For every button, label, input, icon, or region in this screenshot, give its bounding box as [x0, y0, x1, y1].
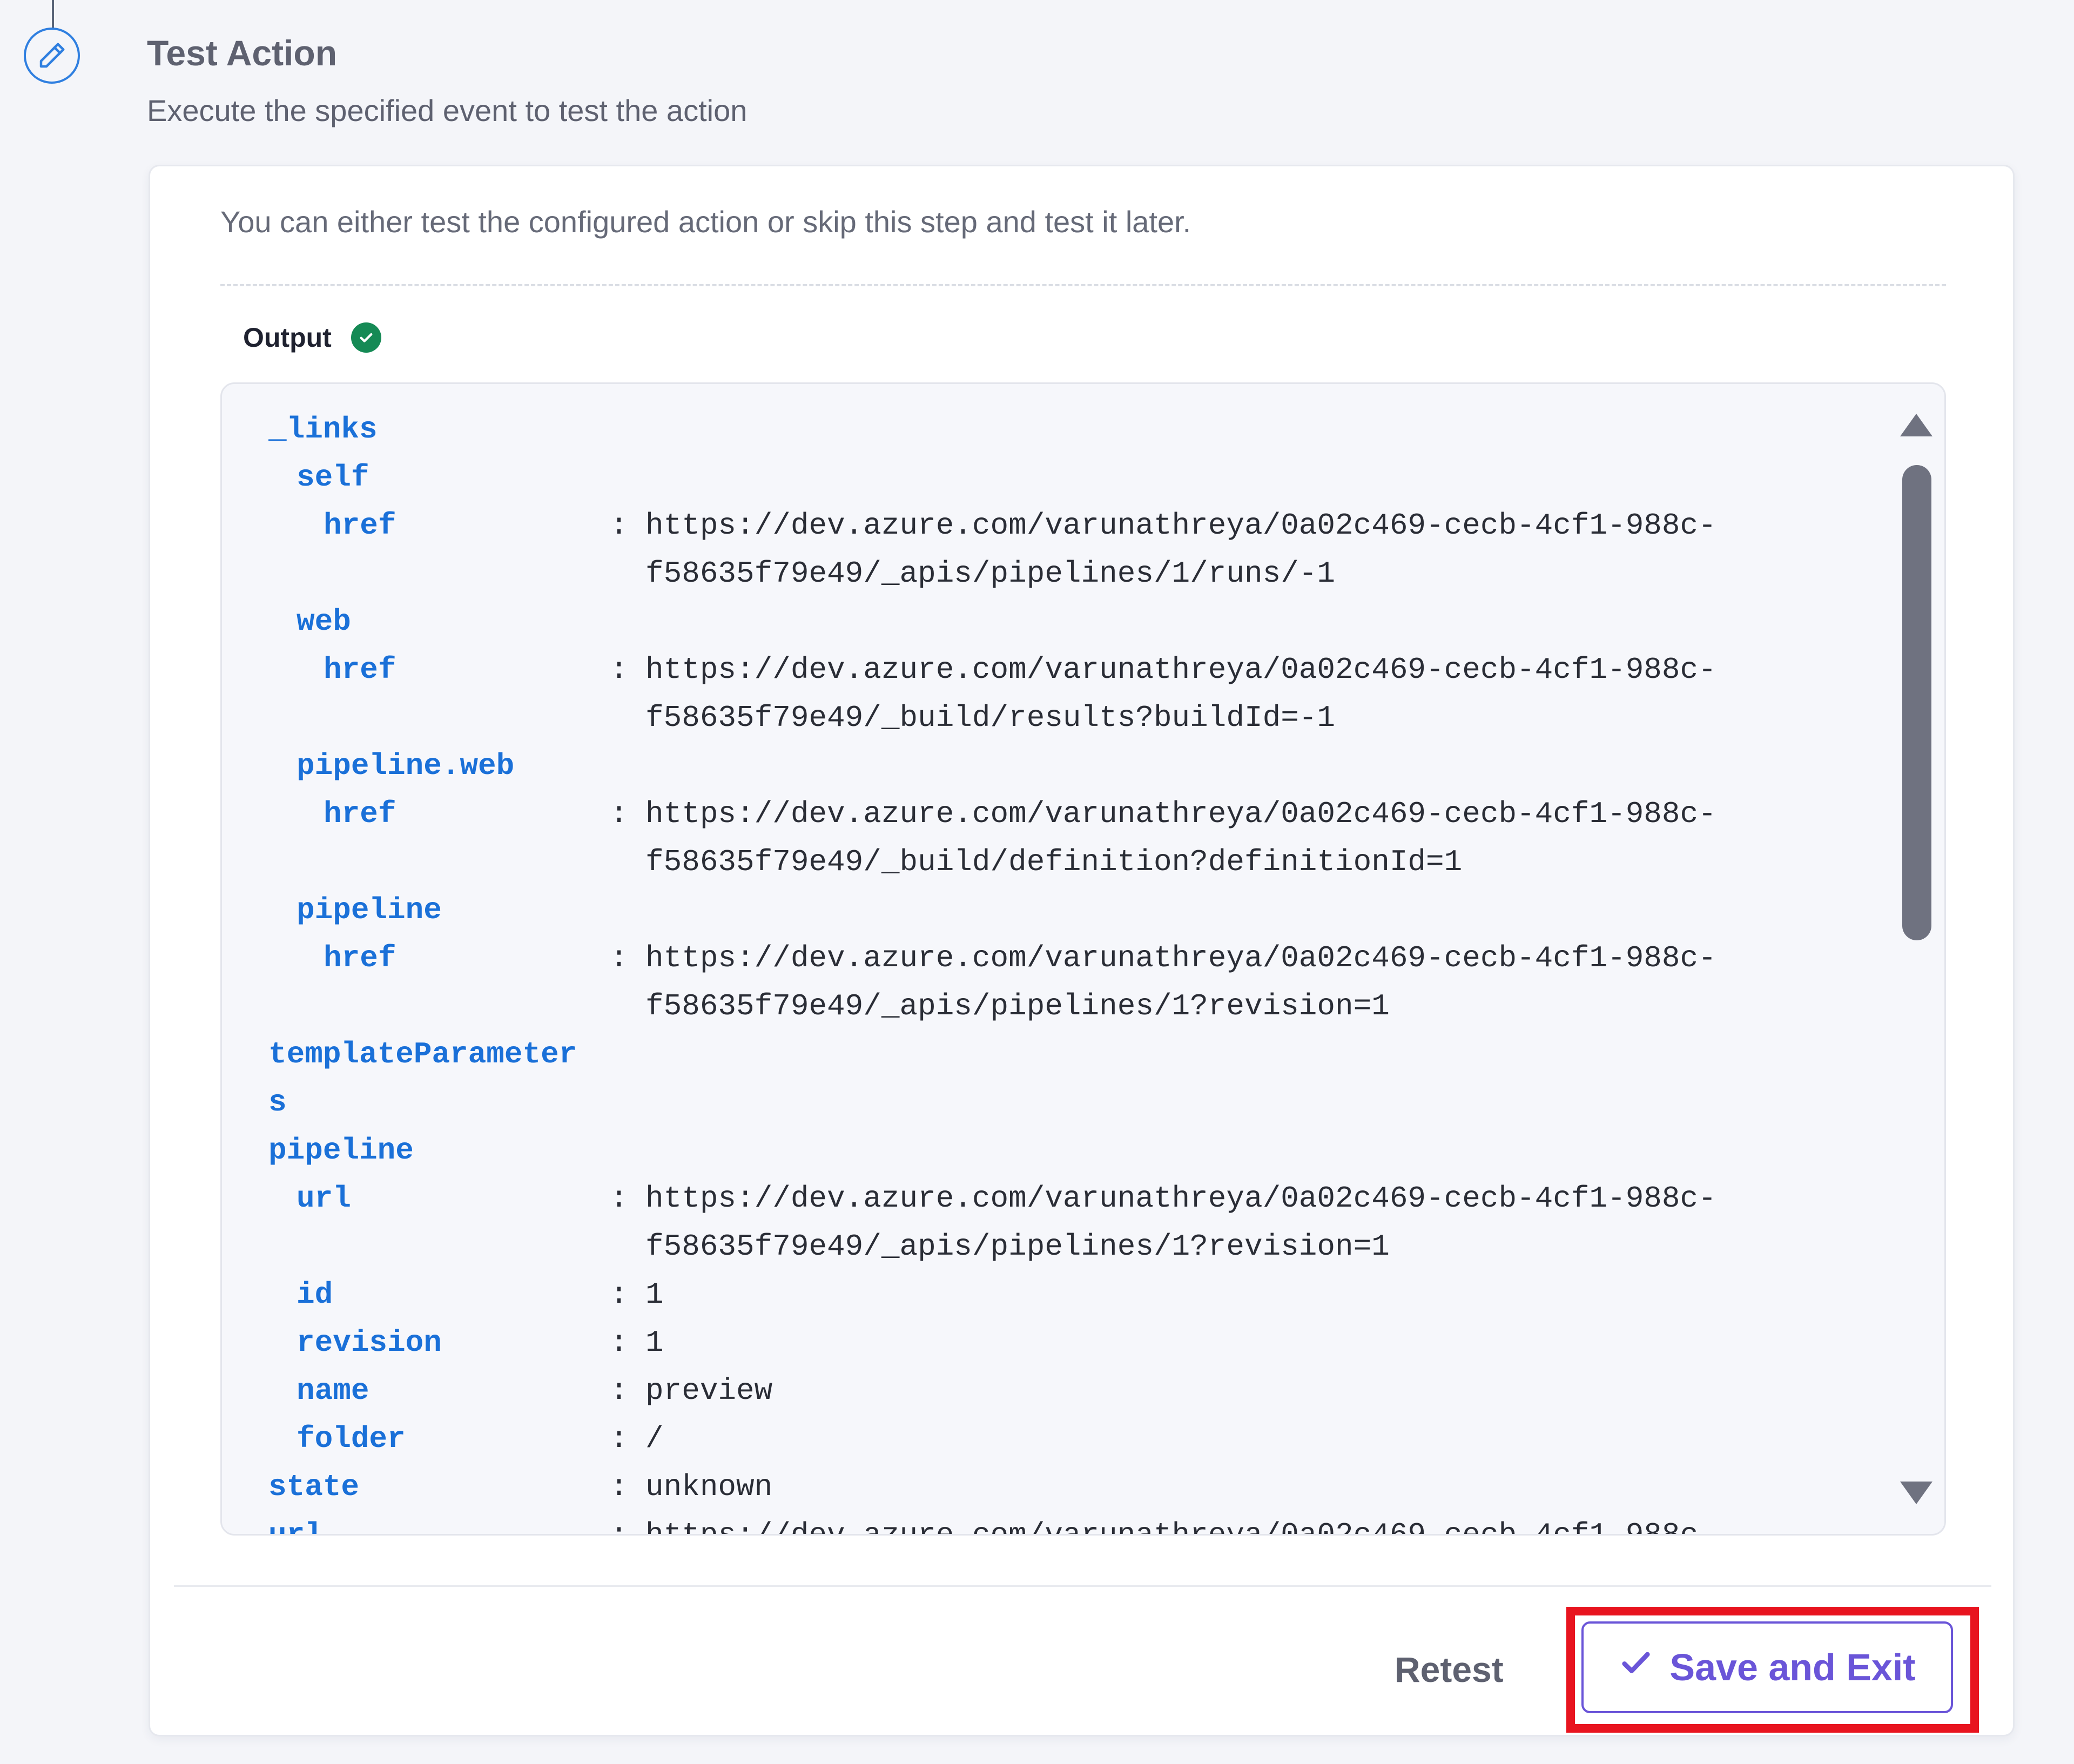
output-header: Output	[243, 322, 381, 353]
output-key: folder	[297, 1422, 406, 1456]
output-key: url	[297, 1181, 351, 1216]
output-value: /	[645, 1422, 664, 1456]
output-row: templateParameters	[268, 1031, 1846, 1127]
output-value: unknown	[645, 1470, 773, 1504]
output-value: 1	[645, 1325, 664, 1360]
scroll-thumb[interactable]	[1902, 465, 1931, 940]
output-row: url: https://dev.azure.com/varunathreya/0…	[268, 1175, 1846, 1271]
output-key: pipeline	[268, 1133, 414, 1168]
output-row: pipeline	[268, 1127, 1846, 1175]
checkmark-icon	[1619, 1646, 1653, 1689]
output-value: https://dev.azure.com/varunathreya/0a02c…	[645, 797, 1716, 879]
output-separator: :	[610, 1277, 628, 1312]
output-key: href	[324, 941, 396, 975]
output-row: href: https://dev.azure.com/varunathreya/…	[268, 502, 1846, 598]
output-key: pipeline.web	[297, 749, 515, 783]
output-separator: :	[610, 1325, 628, 1360]
step-subtitle: Execute the specified event to test the …	[147, 93, 748, 127]
output-key: web	[297, 604, 351, 639]
output-row: url:https://dev.azure.com/varunathreya/0…	[268, 1511, 1846, 1534]
output-row: self	[268, 454, 1846, 502]
pencil-icon	[24, 28, 80, 84]
output-key: _links	[268, 412, 378, 447]
step-title: Test Action	[147, 33, 338, 73]
output-row: id:1	[268, 1271, 1846, 1319]
output-value: https://dev.azure.com/varunathreya/0a02c…	[645, 1511, 1846, 1534]
intro-text: You can either test the configured actio…	[220, 205, 1191, 239]
save-and-exit-label: Save and Exit	[1669, 1646, 1916, 1688]
output-key: href	[324, 652, 396, 687]
output-separator: :	[610, 1181, 628, 1216]
output-value: 1	[645, 1277, 664, 1312]
output-scrollbar[interactable]	[1885, 384, 1944, 1534]
output-content: _links self href: https://dev.azure.com/var…	[268, 406, 1846, 1534]
test-action-card: You can either test the configured actio…	[149, 165, 2015, 1736]
output-separator: :	[610, 652, 628, 687]
output-value: https://dev.azure.com/varunathreya/0a02c…	[645, 508, 1716, 591]
check-circle-icon	[351, 322, 381, 353]
output-separator: :	[610, 1422, 628, 1456]
output-row: name: preview	[268, 1367, 1846, 1415]
output-label: Output	[243, 322, 332, 353]
output-separator: :	[592, 1511, 645, 1534]
output-value: preview	[645, 1374, 773, 1408]
output-row: href: https://dev.azure.com/varunathreya/…	[268, 934, 1846, 1031]
output-key: href	[324, 508, 396, 543]
output-row: pipeline	[268, 886, 1846, 934]
output-separator: :	[610, 1470, 628, 1504]
output-key: href	[324, 797, 396, 831]
output-row: folder: /	[268, 1415, 1846, 1463]
scroll-down-arrow-icon[interactable]	[1900, 1482, 1932, 1504]
output-key: revision	[297, 1325, 442, 1360]
output-separator: :	[610, 508, 628, 543]
output-separator: :	[610, 797, 628, 831]
output-value: https://dev.azure.com/varunathreya/0a02c…	[645, 652, 1716, 735]
output-value: https://dev.azure.com/varunathreya/0a02c…	[645, 1181, 1716, 1264]
output-panel[interactable]: _links self href: https://dev.azure.com/var…	[220, 382, 1946, 1536]
output-key: state	[268, 1470, 360, 1504]
output-key: self	[297, 460, 369, 495]
output-key: name	[297, 1374, 369, 1408]
output-separator: :	[610, 1374, 628, 1408]
output-row: revision:1	[268, 1319, 1846, 1367]
retest-button[interactable]: Retest	[1376, 1634, 1522, 1705]
output-separator: :	[610, 941, 628, 975]
output-row: href: https://dev.azure.com/varunathreya/…	[268, 646, 1846, 742]
output-row: pipeline.web	[268, 742, 1846, 790]
output-row: state: unknown	[268, 1463, 1846, 1511]
output-key: templateParameters	[268, 1037, 577, 1120]
output-key: pipeline	[297, 893, 442, 927]
output-key: url	[268, 1511, 592, 1534]
output-row: _links	[268, 406, 1846, 454]
output-row: href: https://dev.azure.com/varunathreya/…	[268, 790, 1846, 886]
dashed-divider	[220, 284, 1946, 286]
footer-divider	[174, 1585, 1991, 1587]
output-value: https://dev.azure.com/varunathreya/0a02c…	[645, 941, 1716, 1024]
output-row: web	[268, 598, 1846, 646]
step-rail-line	[52, 0, 54, 29]
output-key: id	[297, 1277, 333, 1312]
save-and-exit-button[interactable]: Save and Exit	[1581, 1621, 1953, 1713]
scroll-up-arrow-icon[interactable]	[1900, 414, 1932, 436]
